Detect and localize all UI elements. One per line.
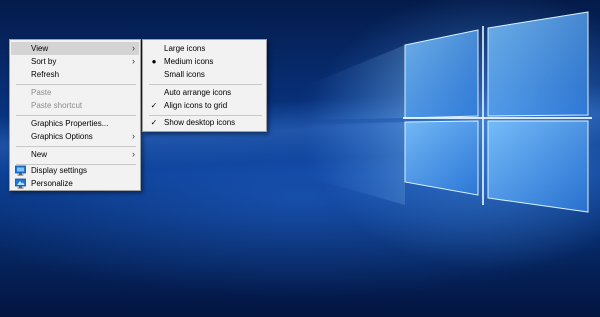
menu-item-label: Paste shortcut [31,101,83,110]
menu-item-label: Align icons to grid [164,101,228,110]
menu-item-label: Paste [31,88,52,97]
bullet-icon: ● [151,57,157,66]
submenu-item-large-icons[interactable]: Large icons [144,42,265,55]
menu-item-paste-shortcut[interactable]: Paste shortcut [11,99,139,112]
menu-item-label: Display settings [31,166,88,175]
menu-item-label: Sort by [31,57,57,66]
menu-item-view[interactable]: View › [11,42,139,55]
chevron-right-icon: › [132,131,135,141]
submenu-item-small-icons[interactable]: Small icons [144,68,265,81]
menu-item-sort-by[interactable]: Sort by › [11,55,139,68]
submenu-item-medium-icons[interactable]: ● Medium icons [144,55,265,68]
menu-item-refresh[interactable]: Refresh [11,68,139,81]
menu-item-label: Medium icons [164,57,214,66]
menu-separator [16,115,136,116]
menu-separator [16,84,136,85]
menu-item-label: Large icons [164,44,206,53]
menu-item-paste[interactable]: Paste [11,86,139,99]
checkmark-icon: ✓ [150,118,158,127]
menu-item-label: Small icons [164,70,205,79]
chevron-right-icon: › [132,149,135,159]
menu-item-label: Personalize [31,179,73,188]
menu-item-label: Auto arrange icons [164,88,232,97]
menu-item-graphics-properties[interactable]: Graphics Properties... [11,117,139,130]
menu-item-display-settings[interactable]: Display settings [11,164,139,177]
menu-item-label: Show desktop icons [164,118,236,127]
view-submenu: Large icons ● Medium icons Small icons A… [142,39,267,132]
menu-item-personalize[interactable]: Personalize [11,177,139,190]
menu-item-label: New [31,150,48,159]
chevron-right-icon: › [132,43,135,53]
submenu-item-auto-arrange[interactable]: Auto arrange icons [144,86,265,99]
desktop-context-menu: View › Sort by › Refresh Paste Paste sho… [9,39,141,191]
chevron-right-icon: › [132,56,135,66]
menu-item-label: Refresh [31,70,60,79]
menu-item-label: Graphics Options [31,132,93,141]
submenu-item-align-to-grid[interactable]: ✓ Align icons to grid [144,99,265,112]
menu-item-label: View [31,44,49,53]
menu-item-graphics-options[interactable]: Graphics Options › [11,130,139,143]
menu-separator [149,84,262,85]
submenu-item-show-desktop-icons[interactable]: ✓ Show desktop icons [144,116,265,129]
menu-separator [16,146,136,147]
checkmark-icon: ✓ [150,101,158,110]
menu-item-label: Graphics Properties... [31,119,109,128]
menu-item-new[interactable]: New › [11,148,139,161]
display-settings-icon [15,165,26,176]
personalize-icon [15,178,26,189]
